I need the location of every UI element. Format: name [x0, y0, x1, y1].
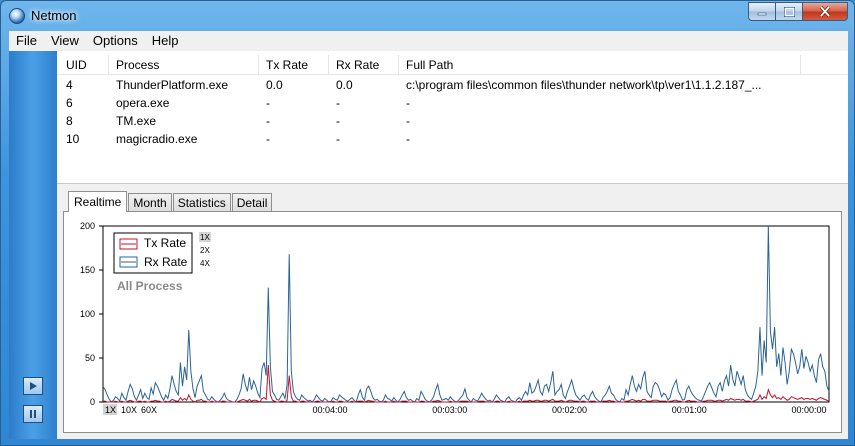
cell-rx-rate: - — [336, 114, 340, 128]
cell-uid: 6 — [66, 96, 73, 110]
left-sidebar — [9, 51, 57, 439]
table-row[interactable]: 6 opera.exe - - - — [57, 96, 848, 114]
tab-detail[interactable]: Detail — [231, 193, 273, 212]
cell-tx-rate: 0.0 — [266, 78, 283, 92]
cell-rx-rate: - — [336, 96, 340, 110]
maximize-icon — [783, 6, 795, 17]
tab-statistics[interactable]: Statistics — [172, 193, 231, 212]
cell-uid: 10 — [66, 132, 80, 146]
yscale-4x[interactable]: 4X — [200, 259, 210, 268]
y-tick-label: 100 — [80, 309, 95, 319]
cell-process: opera.exe — [116, 96, 170, 110]
menu-view[interactable]: View — [44, 31, 86, 51]
window-frame: Netmon File View Options Help UID Proces… — [0, 0, 855, 446]
play-button[interactable] — [23, 377, 43, 395]
legend-label-tx: Tx Rate — [144, 236, 186, 250]
menu-help[interactable]: Help — [145, 31, 186, 51]
pause-button[interactable] — [23, 405, 43, 423]
caption-buttons — [748, 2, 848, 21]
xscale-1x[interactable]: 1X — [105, 405, 116, 415]
xscale-60x[interactable]: 60X — [141, 405, 157, 415]
cell-tx-rate: - — [266, 114, 270, 128]
column-header-rx-rate[interactable]: Rx Rate — [336, 58, 379, 72]
close-button[interactable] — [802, 2, 848, 21]
minimize-icon — [757, 12, 767, 15]
close-icon — [819, 6, 831, 17]
netmon-globe-icon[interactable] — [9, 8, 25, 24]
table-row[interactable]: 8 TM.exe - - - — [57, 114, 848, 132]
cell-full-path: - — [406, 96, 410, 110]
xscale-10x[interactable]: 10X — [121, 405, 137, 415]
process-list[interactable]: UID Process Tx Rate Rx Rate Full Path 4 … — [57, 51, 848, 184]
y-tick-label: 200 — [80, 221, 95, 231]
x-tick-label: 00:01:00 — [672, 405, 707, 415]
cell-uid: 8 — [66, 114, 73, 128]
menu-file[interactable]: File — [9, 31, 44, 51]
y-tick-label: 50 — [85, 353, 95, 363]
maximize-button[interactable] — [775, 2, 802, 21]
column-header-uid[interactable]: UID — [66, 58, 87, 72]
cell-uid: 4 — [66, 78, 73, 92]
x-tick-label: 00:03:00 — [432, 405, 467, 415]
menu-bar: File View Options Help — [9, 31, 848, 51]
x-tick-label: 00:02:00 — [552, 405, 587, 415]
window-title: Netmon — [31, 8, 77, 23]
column-header-tx-rate[interactable]: Tx Rate — [266, 58, 308, 72]
yscale-1x[interactable]: 1X — [200, 233, 210, 242]
cell-process: magicradio.exe — [116, 132, 198, 146]
client-area: UID Process Tx Rate Rx Rate Full Path 4 … — [57, 51, 848, 439]
cell-process: TM.exe — [116, 114, 157, 128]
cell-rx-rate: 0.0 — [336, 78, 353, 92]
menu-options[interactable]: Options — [86, 31, 145, 51]
title-bar[interactable]: Netmon — [1, 1, 854, 31]
pause-icon — [30, 410, 36, 418]
legend-label-rx: Rx Rate — [144, 255, 188, 269]
x-tick-label: 00:00:00 — [791, 405, 826, 415]
cell-tx-rate: - — [266, 96, 270, 110]
yscale-2x[interactable]: 2X — [200, 246, 210, 255]
play-icon — [30, 382, 37, 390]
y-tick-label: 150 — [80, 265, 95, 275]
column-header-full-path[interactable]: Full Path — [406, 58, 453, 72]
y-tick-label: 0 — [90, 397, 95, 407]
realtime-chart: 200 150 100 50 0 00:04:00 00:03:00 00:02:00 00:… — [80, 221, 830, 415]
column-header-process[interactable]: Process — [116, 58, 159, 72]
plot-area — [102, 225, 830, 403]
realtime-panel: 200 150 100 50 0 00:04:00 00:03:00 00:02:00 00:… — [63, 211, 842, 433]
tab-strip: Realtime Month Statistics Detail — [68, 191, 273, 212]
table-row[interactable]: 4 ThunderPlatform.exe 0.0 0.0 c:\program… — [57, 78, 848, 96]
cell-rx-rate: - — [336, 132, 340, 146]
cell-full-path: - — [406, 132, 410, 146]
cell-full-path: - — [406, 114, 410, 128]
tab-realtime[interactable]: Realtime — [68, 191, 128, 212]
tab-month[interactable]: Month — [128, 193, 172, 212]
all-process-label: All Process — [117, 279, 183, 293]
table-row[interactable]: 10 magicradio.exe - - - — [57, 132, 848, 150]
minimize-button[interactable] — [748, 2, 775, 21]
x-tick-label: 00:04:00 — [312, 405, 347, 415]
process-list-header: UID Process Tx Rate Rx Rate Full Path — [57, 55, 848, 75]
cell-process: ThunderPlatform.exe — [116, 78, 229, 92]
cell-tx-rate: - — [266, 132, 270, 146]
cell-full-path: c:\program files\common files\thunder ne… — [406, 78, 762, 92]
